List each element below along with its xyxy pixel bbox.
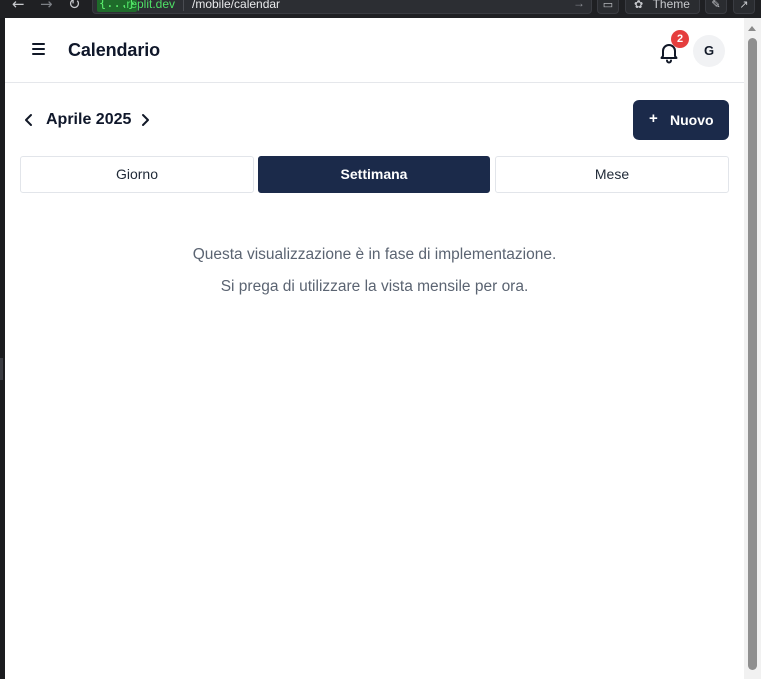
- chevron-right-icon[interactable]: [137, 111, 153, 129]
- tools-button[interactable]: ✎: [705, 0, 727, 14]
- address-bar[interactable]: {...} .replit.dev /mobile/calendar →: [92, 0, 592, 14]
- url-divider: [183, 0, 184, 11]
- monitor-icon: ▭: [602, 0, 614, 11]
- info-message-line2: Si prega di utilizzare la vista mensile …: [220, 278, 529, 295]
- chevron-left-icon[interactable]: [21, 111, 37, 129]
- notification-badge: 2: [671, 30, 689, 48]
- scrollbar-thumb[interactable]: [748, 38, 757, 670]
- plus-icon: +: [649, 110, 658, 127]
- left-edge-handle: [0, 358, 3, 380]
- forward-arrow-icon[interactable]: →: [40, 0, 53, 12]
- open-external-button[interactable]: ↗: [733, 0, 755, 14]
- go-arrow-icon[interactable]: →: [573, 0, 585, 11]
- theme-label: Theme: [652, 0, 690, 11]
- new-button-label: Nuovo: [670, 112, 714, 128]
- wrench-icon: ✎: [711, 0, 721, 11]
- back-arrow-icon[interactable]: ←: [12, 0, 25, 12]
- browser-toolbar: ← → ↻ {...} .replit.dev /mobile/calendar…: [0, 0, 761, 18]
- menu-icon[interactable]: [32, 43, 47, 55]
- avatar[interactable]: G: [693, 35, 725, 67]
- view-tabs: Giorno Settimana Mese: [20, 156, 729, 194]
- palette-icon: ✿: [634, 0, 644, 11]
- scrollbar[interactable]: [744, 18, 761, 679]
- month-label: Aprile 2025: [46, 111, 132, 128]
- scroll-up-icon[interactable]: [748, 26, 756, 31]
- devices-button[interactable]: ▭: [597, 0, 619, 14]
- info-message-line1: Questa visualizzazione è in fase di impl…: [192, 246, 557, 263]
- theme-button[interactable]: ✿ Theme: [625, 0, 700, 14]
- tab-month[interactable]: Mese: [495, 156, 729, 193]
- new-event-button[interactable]: + Nuovo: [633, 100, 729, 140]
- reload-icon[interactable]: ↻: [68, 0, 81, 12]
- app-page: Calendario 2 G Aprile 2025 + Nuovo Giorn…: [5, 18, 744, 679]
- page-title: Calendario: [68, 40, 161, 60]
- tab-week[interactable]: Settimana: [258, 156, 490, 193]
- url-domain: .replit.dev: [123, 0, 176, 11]
- tab-day[interactable]: Giorno: [20, 156, 254, 193]
- app-header: Calendario 2 G: [5, 18, 744, 83]
- external-link-icon: ↗: [739, 0, 749, 11]
- url-path: /mobile/calendar: [192, 0, 281, 11]
